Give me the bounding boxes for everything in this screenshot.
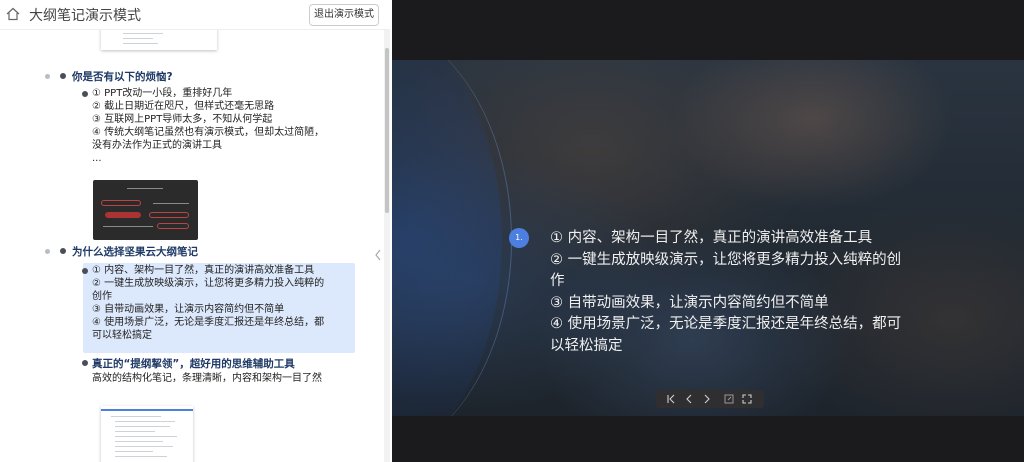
next-slide-icon[interactable] (700, 392, 714, 406)
slide-line: ② 一键生成放映级演示，让您将更多精力投入纯粹的创作 (550, 251, 902, 290)
outline-thumbnail-dark[interactable] (93, 180, 198, 240)
slide-text: ① 内容、架构一目了然，真正的演讲高效准备工具 ② 一键生成放映级演示，让您将更… (550, 228, 910, 357)
list-item: ② 一键生成放映级演示，让您将更多精力投入纯粹的创作 (92, 278, 325, 302)
outline-heading-pain-points[interactable]: 你是否有以下的烦恼? (72, 69, 173, 84)
outline-subheading[interactable]: 真正的“提纲挈领”，超好用的思维辅助工具 (92, 356, 295, 371)
chevron-left-icon[interactable] (373, 248, 383, 262)
slide-line: ① 内容、架构一目了然，真正的演讲高效准备工具 (550, 230, 873, 246)
outline-thumbnail-top[interactable] (101, 30, 217, 50)
list-item: ③ 自带动画效果，让演示内容简约但不简单 (92, 304, 285, 315)
outline-thumbnail-bottom[interactable] (101, 406, 193, 462)
outline-pane: 大纲笔记演示模式 退出演示模式 你是否有以下的烦恼? ① PPT改动一小段，重排… (0, 0, 390, 462)
list-item: ④ 传统大纲笔记虽然也有演示模式，但却太过简陋，没有办法作为正式的演讲工具 (92, 127, 325, 151)
outline-bullet-outer[interactable] (45, 249, 50, 254)
outline-bullet[interactable] (60, 248, 66, 254)
edit-icon[interactable] (722, 392, 736, 406)
page-title: 大纲笔记演示模式 (29, 8, 141, 24)
outline-scrollbar-thumb[interactable] (385, 48, 389, 213)
slide-controls (656, 390, 764, 408)
list-item: ① 内容、架构一目了然，真正的演讲高效准备工具 (92, 265, 315, 276)
ellipsis: ... (92, 153, 102, 164)
slide-line: ④ 使用场景广泛，无论是季度汇报还是年终总结，都可以轻松搞定 (550, 316, 902, 354)
outline-bullet[interactable] (60, 73, 66, 79)
header: 大纲笔记演示模式 退出演示模式 (0, 0, 390, 30)
first-slide-icon[interactable] (664, 392, 678, 406)
outline-content: 你是否有以下的烦恼? ① PPT改动一小段，重排好几年 ② 截止日期近在咫尺，但… (0, 30, 384, 462)
outline-bullet[interactable] (82, 360, 88, 366)
exit-presentation-button[interactable]: 退出演示模式 (309, 4, 379, 26)
list-item: ③ 互联网上PPT导师太多，不知从何学起 (92, 114, 273, 125)
presentation-pane: 1. ① 内容、架构一目了然，真正的演讲高效准备工具 ② 一键生成放映级演示，让… (392, 0, 1024, 462)
slide[interactable]: 1. ① 内容、架构一目了然，真正的演讲高效准备工具 ② 一键生成放映级演示，让… (392, 60, 1024, 416)
outline-subtext[interactable]: 高效的结构化笔记，条理清晰，内容和架构一目了然 (92, 372, 328, 385)
list-item: ② 截止日期近在咫尺，但样式还毫无思路 (92, 101, 275, 112)
slide-number-badge: 1. (509, 228, 529, 248)
list-item: ① PPT改动一小段，重排好几年 (92, 88, 233, 99)
slide-decoration-line (392, 60, 512, 416)
outline-item-why-choose[interactable]: ① 内容、架构一目了然，真正的演讲高效准备工具 ② 一键生成放映级演示，让您将更… (92, 264, 328, 342)
outline-bullet-outer[interactable] (45, 74, 50, 79)
list-item: ④ 使用场景广泛，无论是季度汇报还是年终总结，都可以轻松搞定 (92, 317, 325, 341)
outline-bullet[interactable] (82, 91, 88, 97)
outline-heading-why-choose[interactable]: 为什么选择坚果云大纲笔记 (72, 244, 198, 259)
outline-bullet[interactable] (82, 268, 88, 274)
slide-line: ③ 自带动画效果，让演示内容简约但不简单 (550, 294, 829, 311)
home-icon[interactable] (5, 6, 21, 22)
outline-item-pain-points[interactable]: ① PPT改动一小段，重排好几年 ② 截止日期近在咫尺，但样式还毫无思路 ③ 互… (92, 87, 332, 165)
fullscreen-icon[interactable] (740, 392, 754, 406)
prev-slide-icon[interactable] (682, 392, 696, 406)
